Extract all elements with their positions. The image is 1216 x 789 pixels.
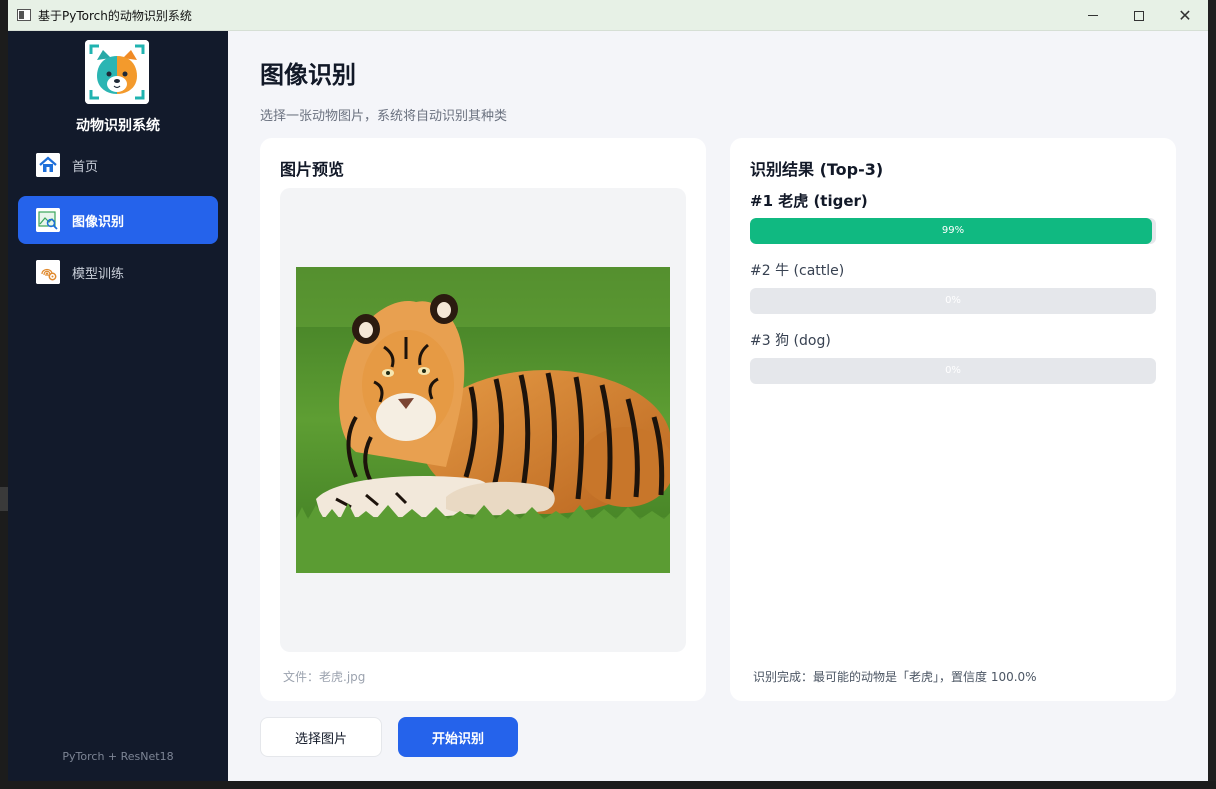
minimize-icon	[1088, 15, 1098, 16]
fingerprint-gear-icon	[36, 260, 60, 284]
desktop-background-right	[1208, 0, 1216, 789]
results-card: 识别结果 (Top-3) #1 老虎 (tiger) 99% #2 牛 (cat…	[730, 138, 1176, 701]
sidebar-item-label: 首页	[72, 160, 99, 175]
page-title: 图像识别	[260, 61, 356, 89]
brand-name: 动物识别系统	[76, 118, 160, 134]
sidebar-item-label: 图像识别	[72, 215, 125, 230]
image-preview-card: 图片预览 文件：老虎.jpg	[260, 138, 706, 701]
home-icon	[36, 153, 60, 177]
tiger-image	[296, 267, 670, 573]
desktop-background-left	[0, 0, 8, 789]
close-button[interactable]: ✕	[1162, 0, 1208, 31]
file-name-label: 文件：老虎.jpg	[283, 670, 366, 684]
main-content: 图像识别 选择一张动物图片，系统将自动识别其种类 图片预览 文件：老虎.jpg …	[228, 31, 1208, 781]
select-image-button[interactable]: 选择图片	[260, 717, 382, 757]
result-label: #1 老虎 (tiger)	[750, 192, 868, 210]
minimize-button[interactable]	[1070, 0, 1116, 31]
desktop-background-bottom	[0, 781, 1216, 789]
result-item: #3 狗 (dog) 0%	[750, 330, 1156, 384]
result-label: #2 牛 (cattle)	[750, 263, 845, 279]
title-bar[interactable]: 基于PyTorch的动物识别系统 ✕	[8, 0, 1208, 31]
result-item: #1 老虎 (tiger) 99%	[750, 190, 1156, 244]
app-logo	[85, 40, 149, 104]
page-subtitle: 选择一张动物图片，系统将自动识别其种类	[260, 109, 508, 124]
result-label: #3 狗 (dog)	[750, 333, 831, 349]
confidence-text: 0%	[945, 365, 961, 376]
confidence-bar: 0%	[750, 358, 1156, 384]
image-frame	[280, 188, 686, 652]
sidebar-item-model-training[interactable]: 模型训练	[18, 248, 218, 296]
image-search-icon	[36, 208, 60, 232]
start-recognition-button[interactable]: 开始识别	[398, 717, 518, 757]
sidebar: 动物识别系统 首页 图像识别 模型训练 PyTorch + ResNet18	[8, 31, 228, 781]
confidence-text: 99%	[941, 225, 965, 236]
results-card-title: 识别结果 (Top-3)	[750, 160, 884, 179]
sidebar-footer: PyTorch + ResNet18	[62, 750, 174, 763]
sidebar-item-label: 模型训练	[72, 267, 125, 282]
sidebar-item-image-recognition[interactable]: 图像识别	[18, 196, 218, 244]
window-title: 基于PyTorch的动物识别系统	[38, 9, 192, 23]
sidebar-item-home[interactable]: 首页	[18, 141, 218, 189]
preview-card-title: 图片预览	[280, 160, 345, 179]
desktop-strip	[0, 487, 8, 511]
result-item: #2 牛 (cattle) 0%	[750, 260, 1156, 314]
status-message: 识别完成：最可能的动物是「老虎」，置信度 100.0%	[753, 670, 1037, 684]
confidence-bar: 0%	[750, 288, 1156, 314]
window-app-icon	[17, 9, 31, 21]
maximize-button[interactable]	[1116, 0, 1162, 31]
confidence-bar: 99%	[750, 218, 1156, 244]
confidence-text: 0%	[945, 295, 961, 306]
maximize-icon	[1134, 10, 1144, 21]
app-window: 基于PyTorch的动物识别系统 ✕ 动物识别系统 首页 图像识别 模型训练 P…	[8, 0, 1208, 781]
close-icon: ✕	[1178, 5, 1192, 25]
